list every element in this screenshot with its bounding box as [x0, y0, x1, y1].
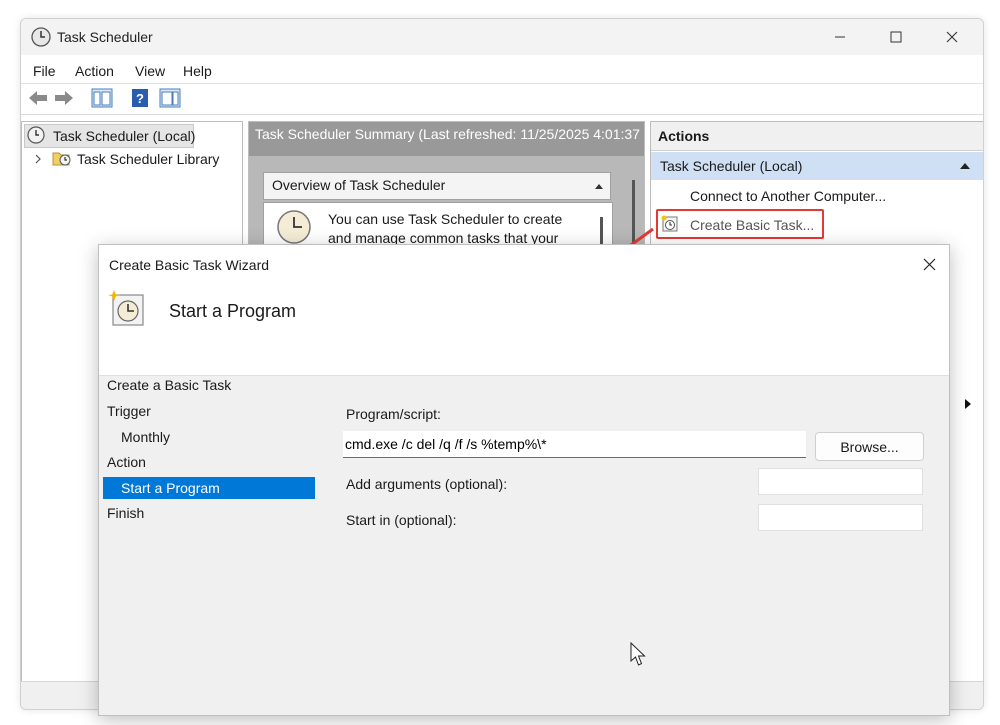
menu-bar: File Action View Help — [21, 55, 983, 84]
close-icon — [923, 258, 935, 270]
actions-header: Actions — [651, 122, 983, 151]
overview-text-line1: You can use Task Scheduler to create — [328, 211, 563, 227]
add-arguments-input[interactable] — [758, 468, 923, 495]
create-task-icon — [661, 215, 678, 232]
step-action: Action — [107, 454, 146, 470]
wizard-steps: Create a Basic Task Trigger Monthly Acti… — [99, 375, 329, 715]
program-script-label: Program/script: — [346, 406, 441, 422]
step-start-a-program: Start a Program — [121, 480, 220, 496]
toolbar: ? — [21, 84, 983, 115]
actions-section-header[interactable]: Task Scheduler (Local) — [651, 152, 983, 180]
dialog-heading: Start a Program — [169, 301, 297, 321]
menu-view[interactable]: View — [135, 63, 165, 79]
tree-item-library[interactable]: Task Scheduler Library — [77, 151, 219, 167]
start-in-label: Start in (optional): — [346, 512, 457, 528]
folder-clock-icon — [52, 152, 71, 166]
collapse-caret-icon[interactable] — [594, 182, 604, 190]
close-icon — [946, 31, 958, 43]
back-arrow-icon[interactable] — [27, 88, 49, 108]
menu-action[interactable]: Action — [75, 63, 114, 79]
dialog-header: Start a Program — [99, 283, 949, 376]
step-finish: Finish — [107, 505, 145, 521]
summary-header: Task Scheduler Summary (Last refreshed: … — [249, 122, 644, 156]
tree-item-local[interactable]: Task Scheduler (Local) — [53, 128, 195, 144]
show-hide-action-pane-icon[interactable] — [159, 88, 181, 108]
clock-icon — [27, 126, 45, 144]
program-script-input[interactable] — [343, 431, 806, 458]
step-monthly: Monthly — [121, 429, 171, 445]
overview-title: Overview of Task Scheduler — [272, 177, 446, 193]
summary-header-text: Task Scheduler Summary (Last refreshed: … — [255, 126, 640, 142]
maximize-icon — [890, 31, 902, 43]
clock-icon — [277, 210, 311, 244]
actions-section-title: Task Scheduler (Local) — [660, 158, 803, 174]
create-basic-task-wizard: Create Basic Task Wizard Start a Program… — [98, 244, 950, 716]
minimize-button[interactable] — [817, 19, 863, 55]
collapse-caret-icon[interactable] — [959, 162, 971, 170]
forward-arrow-icon[interactable] — [53, 88, 75, 108]
step-create-basic-task: Create a Basic Task — [107, 377, 232, 393]
minimize-icon — [835, 36, 845, 38]
menu-file[interactable]: File — [33, 63, 56, 79]
action-connect-computer[interactable]: Connect to Another Computer... — [690, 188, 886, 204]
mouse-cursor-icon — [630, 642, 646, 666]
start-in-input[interactable] — [758, 504, 923, 531]
svg-text:?: ? — [136, 91, 144, 106]
window-title: Task Scheduler — [57, 29, 153, 45]
step-trigger: Trigger — [107, 403, 151, 419]
action-create-basic-task[interactable]: Create Basic Task... — [690, 217, 814, 233]
help-icon[interactable]: ? — [129, 88, 151, 108]
dialog-close-button[interactable] — [909, 245, 949, 283]
add-arguments-label: Add arguments (optional): — [346, 476, 508, 492]
dialog-title-bar: Create Basic Task Wizard — [99, 245, 949, 283]
title-bar: Task Scheduler — [21, 19, 983, 55]
browse-button[interactable]: Browse... — [815, 432, 924, 461]
submenu-arrow-icon[interactable] — [964, 398, 972, 410]
menu-help[interactable]: Help — [183, 63, 212, 79]
dialog-title: Create Basic Task Wizard — [109, 257, 270, 273]
close-button[interactable] — [929, 19, 975, 55]
task-wizard-icon — [108, 290, 144, 326]
maximize-button[interactable] — [873, 19, 919, 55]
clock-app-icon — [31, 27, 51, 47]
actions-title: Actions — [658, 128, 710, 144]
overview-panel-header[interactable]: Overview of Task Scheduler — [263, 172, 611, 200]
show-hide-console-tree-icon[interactable] — [91, 88, 113, 108]
chevron-right-icon[interactable] — [33, 154, 43, 164]
